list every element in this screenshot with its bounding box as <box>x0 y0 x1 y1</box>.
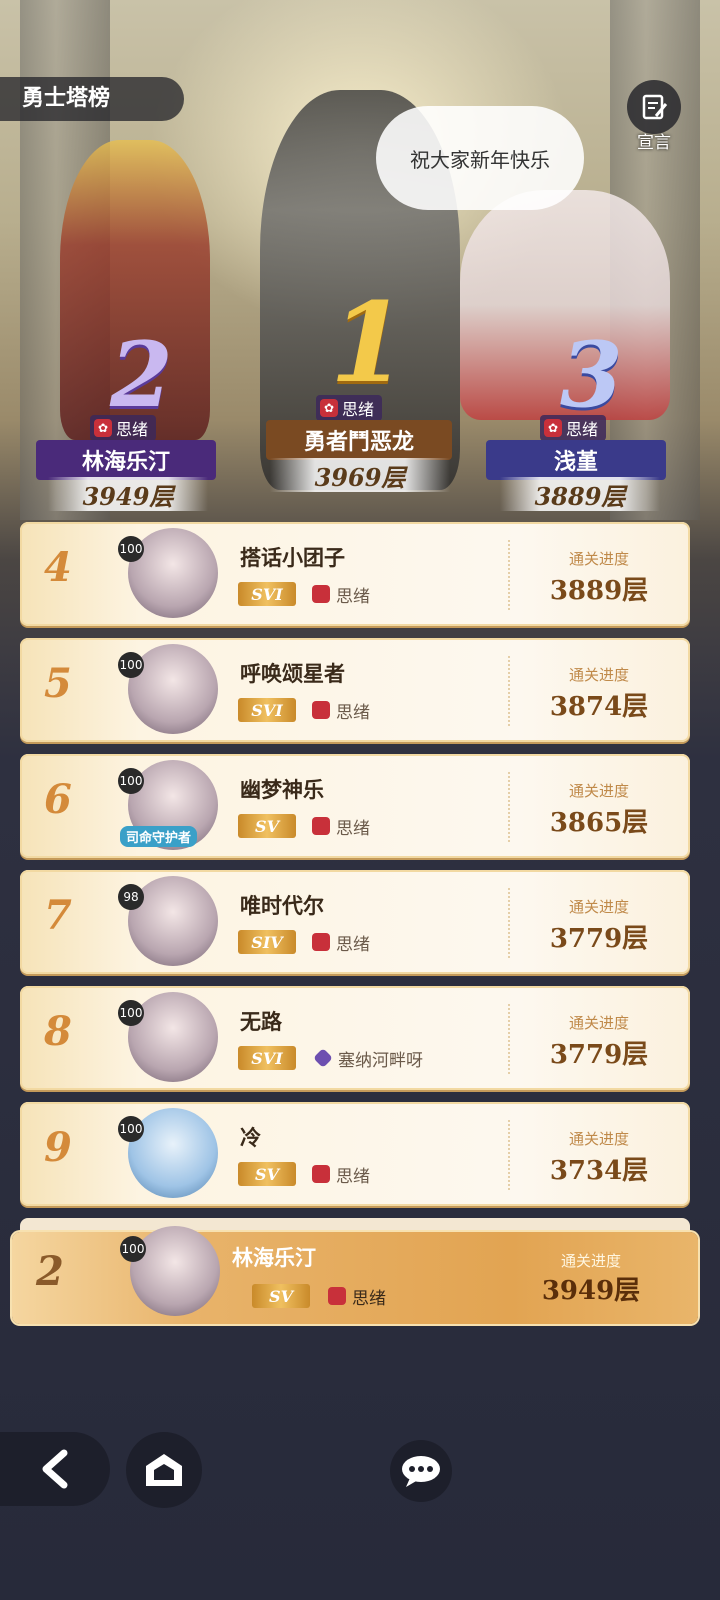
rank-number: 6 <box>44 776 72 823</box>
guild-rose-icon: ✿ <box>94 419 112 437</box>
player-name: 幽梦神乐 <box>240 778 324 802</box>
level-badge: 100 <box>118 768 144 794</box>
podium-rank-2: 2 <box>110 322 173 428</box>
ranking-row[interactable]: 7 98 唯时代尔 SIV 思绪 通关进度 3779层 <box>20 870 690 974</box>
guild-rose-icon: ✿ <box>320 399 338 417</box>
ranking-row[interactable]: 5 100 呼唤颂星者 SVI 思绪 通关进度 3874层 <box>20 638 690 742</box>
rank-number: 2 <box>36 1248 64 1295</box>
progress-label: 通关进度 <box>568 1130 629 1148</box>
chat-button[interactable] <box>390 1440 452 1502</box>
level-badge: 100 <box>118 652 144 678</box>
podium-2-floors: 3949层 <box>48 477 208 511</box>
guild-rose-icon: ✿ <box>544 419 562 437</box>
player-name: 冷 <box>240 1126 261 1150</box>
progress-label: 通关进度 <box>568 550 629 568</box>
divider <box>508 1120 510 1190</box>
guild-label: 思绪 <box>312 814 370 839</box>
ranking-row[interactable]: 8 100 无路 SVI 塞纳河畔呀 通关进度 3779层 <box>20 986 690 1090</box>
guild-label: 塞纳河畔呀 <box>312 1046 423 1071</box>
progress-value: 3734层 <box>549 1156 649 1186</box>
progress-value: 3779层 <box>549 1040 649 1070</box>
progress-value: 3949层 <box>541 1276 641 1306</box>
my-ranking-row[interactable]: 2 100 林海乐汀 SV 思绪 通关进度 3949层 <box>12 1226 698 1324</box>
guild-rose-icon <box>312 933 330 951</box>
vip-badge: SVI <box>238 582 296 606</box>
guild-rose-icon <box>312 1165 330 1183</box>
back-arrow-icon <box>42 1449 68 1489</box>
declaration-label: 宣言 <box>637 133 671 153</box>
declaration-button[interactable]: 宣言 <box>624 80 684 153</box>
guild-diamond-icon <box>313 1048 333 1068</box>
player-name: 无路 <box>240 1010 282 1034</box>
podium-2-guild: ✿ 思绪 <box>90 415 157 441</box>
speech-bubble: 祝大家新年快乐 <box>376 106 584 210</box>
rank-number: 8 <box>44 1008 72 1055</box>
level-badge: 100 <box>118 536 144 562</box>
guild-label: 思绪 <box>312 930 370 955</box>
vip-badge: SV <box>238 1162 296 1186</box>
guild-label: 思绪 <box>328 1284 386 1309</box>
progress-label: 通关进度 <box>568 1014 629 1032</box>
vip-badge: SIV <box>238 930 296 954</box>
rank-number: 7 <box>44 892 72 939</box>
divider <box>508 540 510 610</box>
podium-1-guild: ✿ 思绪 <box>316 395 383 421</box>
vip-badge: SV <box>252 1284 310 1308</box>
ranking-row[interactable]: 4 100 搭话小团子 SVI 思绪 通关进度 3889层 <box>20 522 690 626</box>
home-button[interactable] <box>126 1432 202 1508</box>
chat-icon <box>402 1456 440 1487</box>
guild-label: 思绪 <box>312 582 370 607</box>
page-title: 勇士塔榜 <box>0 77 184 121</box>
divider <box>508 656 510 726</box>
guardian-title-badge: 司命守护者 <box>120 826 198 847</box>
vip-badge: SVI <box>238 698 296 722</box>
level-badge: 98 <box>118 884 144 910</box>
podium-1-floors: 3969层 <box>270 458 450 492</box>
podium-2-name[interactable]: 林海乐汀 <box>36 440 216 480</box>
guild-rose-icon <box>328 1287 346 1305</box>
vip-badge: SV <box>238 814 296 838</box>
edit-note-icon <box>627 80 681 134</box>
level-badge: 100 <box>118 1000 144 1026</box>
progress-label: 通关进度 <box>568 666 629 684</box>
rank-number: 9 <box>44 1124 72 1171</box>
podium-3-guild: ✿ 思绪 <box>540 415 607 441</box>
progress-label: 通关进度 <box>568 898 629 916</box>
player-name: 呼唤颂星者 <box>240 662 345 686</box>
player-name: 林海乐汀 <box>232 1246 316 1270</box>
guild-rose-icon <box>312 701 330 719</box>
podium-3-floors: 3889层 <box>500 477 660 511</box>
guild-label: 思绪 <box>312 698 370 723</box>
divider <box>508 888 510 958</box>
podium-1-name[interactable]: 勇者鬥恶龙 <box>266 420 452 460</box>
rank-number: 4 <box>44 544 72 591</box>
podium-rank-3: 3 <box>560 322 623 428</box>
ranking-row[interactable]: 9 100 冷 SV 思绪 通关进度 3734层 <box>20 1102 690 1206</box>
progress-label: 通关进度 <box>560 1252 621 1270</box>
podium-rank-1: 1 <box>330 278 407 407</box>
back-button[interactable] <box>0 1432 110 1506</box>
progress-value: 3889层 <box>549 576 649 606</box>
player-name: 唯时代尔 <box>240 894 324 918</box>
guild-rose-icon <box>312 817 330 835</box>
avatar[interactable] <box>130 1226 220 1316</box>
guild-rose-icon <box>312 585 330 603</box>
divider <box>508 772 510 842</box>
progress-value: 3865层 <box>549 808 649 838</box>
ranking-row[interactable]: 6 100 司命守护者 幽梦神乐 SV 思绪 通关进度 3865层 <box>20 754 690 858</box>
podium-3-name[interactable]: 浅堇 <box>486 440 666 480</box>
progress-value: 3779层 <box>549 924 649 954</box>
progress-label: 通关进度 <box>568 782 629 800</box>
vip-badge: SVI <box>238 1046 296 1070</box>
rank-number: 5 <box>44 660 72 707</box>
player-name: 搭话小团子 <box>240 546 345 570</box>
level-badge: 100 <box>118 1116 144 1142</box>
divider <box>508 1004 510 1074</box>
level-badge: 100 <box>120 1236 146 1262</box>
guild-label: 思绪 <box>312 1162 370 1187</box>
home-icon <box>146 1454 182 1486</box>
progress-value: 3874层 <box>549 692 649 722</box>
